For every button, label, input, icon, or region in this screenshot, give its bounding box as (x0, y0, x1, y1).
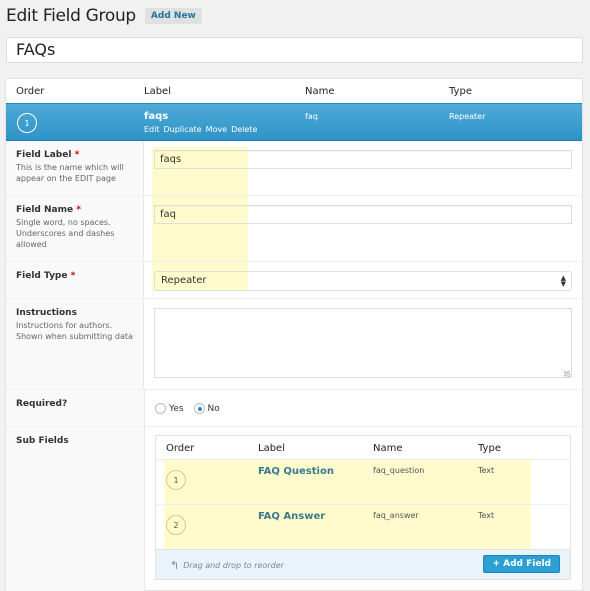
column-name: Name (305, 86, 335, 97)
sub-column-name: Name (373, 443, 403, 454)
field-label-description: This is the name which will appear on th… (16, 163, 124, 183)
radio-no[interactable]: No (193, 403, 220, 414)
instructions-description: Instructions for authors. Shown when sub… (16, 321, 133, 341)
field-type-selected: Repeater (161, 275, 207, 286)
label-cell: Field Type * (6, 262, 144, 298)
page-header: Edit Field Group Add New (6, 6, 202, 26)
sub-fields-title: Sub Fields (16, 436, 69, 446)
group-title-input[interactable]: FAQs (6, 37, 583, 63)
field-label-input[interactable]: faqs (154, 150, 572, 169)
row-sub-fields: Sub Fields Order Label Name Type 1 FAQ Q… (6, 427, 582, 591)
order-badge[interactable]: 1 (166, 470, 186, 490)
sub-field-row[interactable]: 1 FAQ Question faq_question Text (156, 460, 570, 505)
radio-yes-button[interactable] (155, 403, 166, 414)
move-link[interactable]: Move (206, 125, 227, 134)
sub-field-name: faq_answer (373, 511, 419, 520)
sub-field-name: faq_question (373, 466, 425, 475)
field-type-select[interactable]: Repeater ▲ ▼ (154, 271, 572, 291)
instructions-textarea[interactable] (154, 308, 572, 378)
sub-field-row[interactable]: 2 FAQ Answer faq_answer Text (156, 505, 570, 550)
label-cell: Sub Fields (6, 427, 145, 591)
sub-fields-footer: ↰ Drag and drop to reorder + Add Field (156, 549, 570, 579)
add-field-button[interactable]: + Add Field (483, 555, 560, 573)
field-name-input[interactable]: faq (154, 205, 572, 224)
duplicate-link[interactable]: Duplicate (164, 125, 202, 134)
resize-grip-icon[interactable] (564, 371, 570, 377)
order-badge[interactable]: 2 (166, 515, 186, 535)
add-new-button[interactable]: Add New (144, 8, 202, 24)
select-arrows-icon: ▲ ▼ (560, 274, 566, 288)
delete-link[interactable]: Delete (231, 125, 257, 134)
sub-field-label[interactable]: FAQ Question (258, 466, 334, 477)
required-mark: * (74, 150, 80, 160)
required-mark: * (70, 271, 76, 281)
curved-arrow-icon: ↰ (170, 559, 180, 572)
column-type: Type (449, 86, 472, 97)
field-name-description: Single word, no spaces. Underscores and … (16, 218, 115, 249)
field-settings-form: Field Label * This is the name which wil… (6, 141, 582, 591)
row-field-label: Field Label * This is the name which wil… (6, 141, 582, 196)
row-field-type: Field Type * Repeater ▲ ▼ (6, 262, 582, 299)
sub-field-label[interactable]: FAQ Answer (258, 511, 325, 522)
row-field-name: Field Name * Single word, no spaces. Und… (6, 196, 582, 262)
sub-fields-table: Order Label Name Type 1 FAQ Question faq… (155, 435, 571, 580)
field-name: faq (305, 112, 318, 121)
radio-yes[interactable]: Yes (155, 403, 184, 414)
column-order: Order (16, 86, 45, 97)
sub-field-type: Text (478, 466, 495, 475)
field-name-title: Field Name (16, 205, 74, 215)
field-label[interactable]: faqs (144, 111, 168, 122)
edit-link[interactable]: Edit (144, 125, 160, 134)
required-title: Required? (16, 399, 68, 409)
field-row-active[interactable]: 1 faqs Edit Duplicate Move Delete faq Re… (6, 103, 582, 141)
field-type: Repeater (449, 112, 486, 121)
sub-column-label: Label (258, 443, 285, 454)
radio-no-button[interactable] (193, 403, 205, 414)
sub-fields-header: Order Label Name Type (156, 436, 570, 460)
drag-hint: ↰ Drag and drop to reorder (170, 559, 284, 572)
sub-column-order: Order (166, 443, 195, 454)
fields-panel: Order Label Name Type 1 faqs Edit Duplic… (5, 78, 583, 591)
order-badge[interactable]: 1 (17, 113, 37, 133)
required-radio-group: Yes No (155, 403, 572, 414)
row-required: Required? Yes No (6, 390, 582, 427)
label-cell: Instructions Instructions for authors. S… (6, 299, 144, 389)
page-title: Edit Field Group (6, 6, 136, 26)
required-mark: * (76, 205, 81, 215)
field-label-title: Field Label (16, 150, 72, 160)
label-cell: Field Name * Single word, no spaces. Und… (6, 196, 144, 261)
field-type-title: Field Type (16, 271, 68, 281)
label-cell: Required? (6, 390, 145, 426)
column-label: Label (144, 86, 171, 97)
row-instructions: Instructions Instructions for authors. S… (6, 299, 582, 390)
label-cell: Field Label * This is the name which wil… (6, 141, 144, 195)
instructions-title: Instructions (16, 308, 77, 318)
field-actions: Edit Duplicate Move Delete (144, 125, 257, 134)
sub-column-type: Type (478, 443, 501, 454)
fields-table-header: Order Label Name Type (6, 79, 582, 103)
sub-field-type: Text (478, 511, 495, 520)
